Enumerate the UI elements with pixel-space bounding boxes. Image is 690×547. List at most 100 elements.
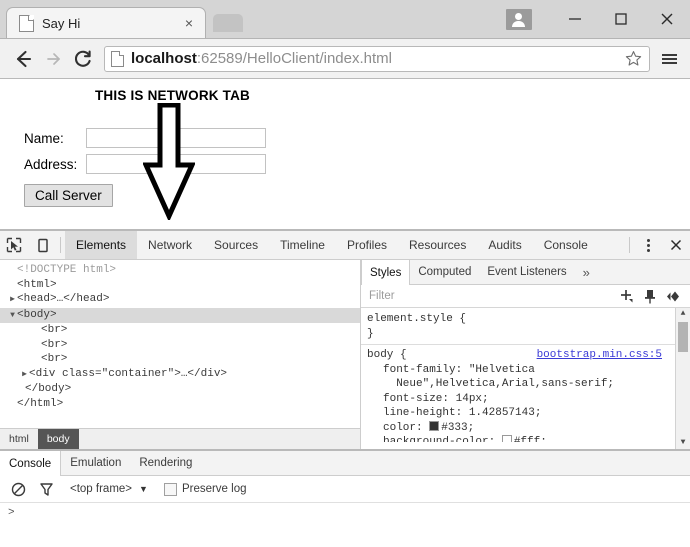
scroll-up-icon[interactable]: ▲ <box>681 308 686 320</box>
vertical-dots-icon[interactable] <box>634 231 662 259</box>
tab-close-icon[interactable]: × <box>181 16 197 30</box>
dom-tree[interactable]: <!DOCTYPE html> <html> ▶ <head>…</head> ▼… <box>0 260 360 428</box>
preserve-log-checkbox[interactable] <box>163 482 177 496</box>
console-output[interactable]: > <box>0 503 690 547</box>
css-value: #fff; <box>513 436 547 442</box>
dom-line[interactable]: <html> <box>0 278 360 293</box>
tab-elements[interactable]: Elements <box>65 231 138 259</box>
drawer-tab-rendering[interactable]: Rendering <box>130 451 201 475</box>
expand-triangle-icon[interactable]: ▶ <box>20 368 29 383</box>
dom-line-selected[interactable]: ▼ <body> <box>0 307 360 324</box>
css-rule-close: } <box>367 327 374 340</box>
tab-timeline[interactable]: Timeline <box>269 231 336 259</box>
new-tab-button[interactable] <box>213 14 243 32</box>
tab-resources[interactable]: Resources <box>398 231 477 259</box>
tab-event-listeners[interactable]: Event Listeners <box>479 260 574 284</box>
breadcrumb-item-body[interactable]: body <box>37 429 79 449</box>
pin-icon[interactable] <box>643 289 657 304</box>
dom-line[interactable]: <br> <box>0 323 360 338</box>
dom-line[interactable]: <!DOCTYPE html> <box>0 263 360 278</box>
dom-line-text: <br> <box>41 324 68 336</box>
name-input[interactable] <box>86 128 266 148</box>
color-swatch[interactable] <box>501 435 512 442</box>
console-prompt[interactable]: > <box>8 507 15 519</box>
css-declaration[interactable]: font-family: "Helvetica <box>367 363 684 378</box>
styles-scrollbar[interactable]: ▲ ▼ <box>675 308 690 449</box>
clear-console-icon[interactable] <box>6 482 30 497</box>
preserve-log-control[interactable]: Preserve log <box>163 482 247 496</box>
dom-line[interactable]: ▶ <div class="container">…</div> <box>0 367 360 383</box>
css-declaration[interactable]: line-height: 1.42857143; <box>367 406 684 421</box>
url-path: :62589/HelloClient/index.html <box>196 50 392 67</box>
breadcrumb-item-html[interactable]: html <box>0 429 38 449</box>
inspect-cursor-icon[interactable] <box>0 231 28 259</box>
forward-arrow-icon <box>38 44 68 74</box>
expand-triangle-icon[interactable]: ▶ <box>8 293 17 308</box>
back-arrow-icon[interactable] <box>8 44 38 74</box>
styles-filter-input[interactable]: Filter <box>369 290 619 302</box>
tab-sources[interactable]: Sources <box>203 231 269 259</box>
css-source-link[interactable]: bootstrap.min.css:5 <box>537 348 684 363</box>
tab-console[interactable]: Console <box>533 231 599 259</box>
page-form: Name: Address: Call Server <box>0 128 690 207</box>
reload-icon[interactable] <box>68 44 98 74</box>
css-selector: body { <box>367 349 407 361</box>
browser-tab[interactable]: Say Hi × <box>6 7 206 38</box>
css-property: color: <box>383 421 430 434</box>
dom-line[interactable]: <br> <box>0 338 360 353</box>
css-declaration-background[interactable]: background-color: #fff; <box>367 435 684 442</box>
dom-line[interactable]: ▶ <head>…</head> <box>0 292 360 308</box>
dom-line[interactable]: </body> <box>0 382 360 397</box>
chevron-down-icon[interactable]: ▼ <box>139 484 148 494</box>
dom-line-text: <br> <box>41 353 68 365</box>
css-declaration[interactable]: font-size: 14px; <box>367 392 684 407</box>
dom-line[interactable]: </html> <box>0 397 360 412</box>
dom-line-text: <div class="container">…</div> <box>29 367 228 380</box>
css-declaration-cont[interactable]: Neue",Helvetica,Arial,sans-serif; <box>367 377 684 392</box>
window-controls <box>506 0 690 38</box>
tab-styles[interactable]: Styles <box>361 260 411 285</box>
scrollbar-track[interactable] <box>676 320 690 437</box>
color-swatch[interactable] <box>429 420 440 431</box>
element-state-icon[interactable] <box>666 290 682 303</box>
plus-icon[interactable] <box>619 289 634 304</box>
frame-selector[interactable]: <top frame> ▼ <box>70 483 148 495</box>
collapse-triangle-icon[interactable]: ▼ <box>8 309 17 324</box>
css-rule-body[interactable]: body { bootstrap.min.css:5 font-family: … <box>361 348 690 442</box>
tab-profiles[interactable]: Profiles <box>336 231 398 259</box>
css-declaration-color[interactable]: color: #333; <box>367 420 684 436</box>
drawer-tab-emulation[interactable]: Emulation <box>61 451 130 475</box>
devtools-close-icon[interactable] <box>662 231 690 259</box>
address-bar[interactable]: localhost:62589/HelloClient/index.html <box>104 45 650 72</box>
devtools-toolbar: Elements Network Sources Timeline Profil… <box>0 231 690 260</box>
styles-more-tabs-icon[interactable]: » <box>575 260 598 284</box>
dom-line-text: <br> <box>41 338 68 351</box>
tab-network[interactable]: Network <box>137 231 203 259</box>
css-rule-element-style[interactable]: element.style { } <box>361 312 690 341</box>
tab-computed[interactable]: Computed <box>410 260 479 284</box>
page-info-icon <box>111 50 124 67</box>
scroll-down-icon[interactable]: ▼ <box>681 437 686 449</box>
tab-audits[interactable]: Audits <box>477 231 532 259</box>
address-label: Address: <box>24 156 78 172</box>
page-viewport: THIS IS NETWORK TAB Name: Address: Call … <box>0 79 690 229</box>
hamburger-menu-icon[interactable] <box>656 44 682 74</box>
filter-funnel-icon[interactable] <box>34 482 58 497</box>
address-input[interactable] <box>86 154 266 174</box>
dom-line[interactable]: <br> <box>0 352 360 367</box>
device-toggle-icon[interactable] <box>28 231 56 259</box>
dom-line-text: <html> <box>17 278 57 291</box>
maximize-button[interactable] <box>598 0 644 38</box>
scrollbar-thumb[interactable] <box>678 322 688 352</box>
profile-icon[interactable] <box>506 8 532 30</box>
drawer-tab-console[interactable]: Console <box>0 451 62 476</box>
css-rules-list[interactable]: element.style { } body { bootstrap.min.c… <box>361 308 690 449</box>
minimize-button[interactable] <box>552 0 598 38</box>
styles-pane: Styles Computed Event Listeners » Filter <box>361 260 690 449</box>
call-server-button[interactable]: Call Server <box>24 184 113 207</box>
toolbar-divider <box>60 237 61 253</box>
url-text: localhost:62589/HelloClient/index.html <box>131 50 621 67</box>
close-button[interactable] <box>644 0 690 38</box>
star-icon[interactable] <box>621 50 645 67</box>
tab-strip: Say Hi × <box>0 0 690 39</box>
